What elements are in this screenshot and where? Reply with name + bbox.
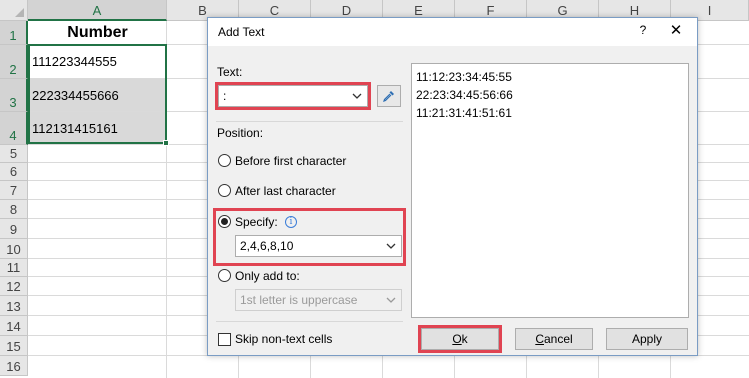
column-header-a[interactable]: A [28, 0, 167, 21]
cell-selection [28, 44, 169, 146]
cancel-button[interactable]: Cancel [515, 328, 593, 350]
row-header-1[interactable]: 1 [0, 21, 28, 45]
select-all-triangle-icon [15, 8, 24, 17]
fill-handle[interactable] [163, 140, 169, 146]
divider [216, 121, 403, 122]
row-header-16[interactable]: 16 [0, 356, 28, 376]
chevron-down-icon [386, 297, 396, 303]
specify-highlight-box [213, 208, 406, 266]
help-button[interactable]: ? [633, 23, 653, 41]
close-button[interactable]: ✕ [665, 21, 687, 41]
before-first-label[interactable]: Before first character [235, 154, 346, 168]
row-header-14[interactable]: 14 [0, 316, 28, 336]
only-add-to-value: 1st letter is uppercase [240, 293, 358, 307]
preview-line: 11:12:23:34:45:55 [416, 70, 512, 84]
radio-after-last[interactable] [218, 184, 231, 197]
divider [216, 321, 403, 322]
position-label: Position: [217, 126, 264, 140]
row-header-12[interactable]: 12 [0, 277, 28, 296]
ok-highlight-box [418, 325, 502, 353]
cancel-mnemonic: C [535, 332, 544, 346]
radio-before-first[interactable] [218, 154, 231, 167]
cancel-label-rest: ancel [543, 332, 573, 346]
row-header-5[interactable]: 5 [0, 145, 28, 163]
row-header-6[interactable]: 6 [0, 163, 28, 181]
row-header-7[interactable]: 7 [0, 181, 28, 200]
row-header-4[interactable]: 4 [0, 112, 28, 145]
only-add-to-label[interactable]: Only add to: [235, 269, 300, 283]
row-header-11[interactable]: 11 [0, 259, 28, 277]
row-header-15[interactable]: 15 [0, 336, 28, 356]
row-header-3[interactable]: 3 [0, 79, 28, 112]
apply-button[interactable]: Apply [606, 328, 688, 350]
text-label: Text: [217, 65, 243, 79]
preview-line: 22:23:34:45:56:66 [416, 88, 513, 102]
row-header-2[interactable]: 2 [0, 45, 28, 79]
after-last-label[interactable]: After last character [235, 184, 336, 198]
cell-a1[interactable]: Number [29, 22, 166, 44]
skip-non-text-checkbox[interactable] [218, 333, 231, 346]
text-highlight-box [215, 82, 371, 110]
skip-non-text-label[interactable]: Skip non-text cells [235, 332, 332, 346]
only-add-to-combobox: 1st letter is uppercase [235, 289, 402, 311]
pick-text-button[interactable] [377, 85, 401, 107]
row-header-13[interactable]: 13 [0, 296, 28, 316]
select-all-corner[interactable] [0, 0, 28, 21]
add-text-dialog: Add Text ? ✕ Text: : Position: Before fi… [207, 17, 698, 356]
preview-pane: 11:12:23:34:45:55 22:23:34:45:56:66 11:2… [411, 63, 689, 318]
preview-line: 11:21:31:41:51:61 [416, 106, 512, 120]
radio-only-add-to[interactable] [218, 269, 231, 282]
row-header-10[interactable]: 10 [0, 239, 28, 259]
row-header-8[interactable]: 8 [0, 200, 28, 219]
eyedropper-icon [383, 91, 394, 102]
row-header-9[interactable]: 9 [0, 219, 28, 239]
dialog-titlebar[interactable]: Add Text ? ✕ [208, 18, 697, 46]
dialog-title: Add Text [218, 25, 265, 39]
